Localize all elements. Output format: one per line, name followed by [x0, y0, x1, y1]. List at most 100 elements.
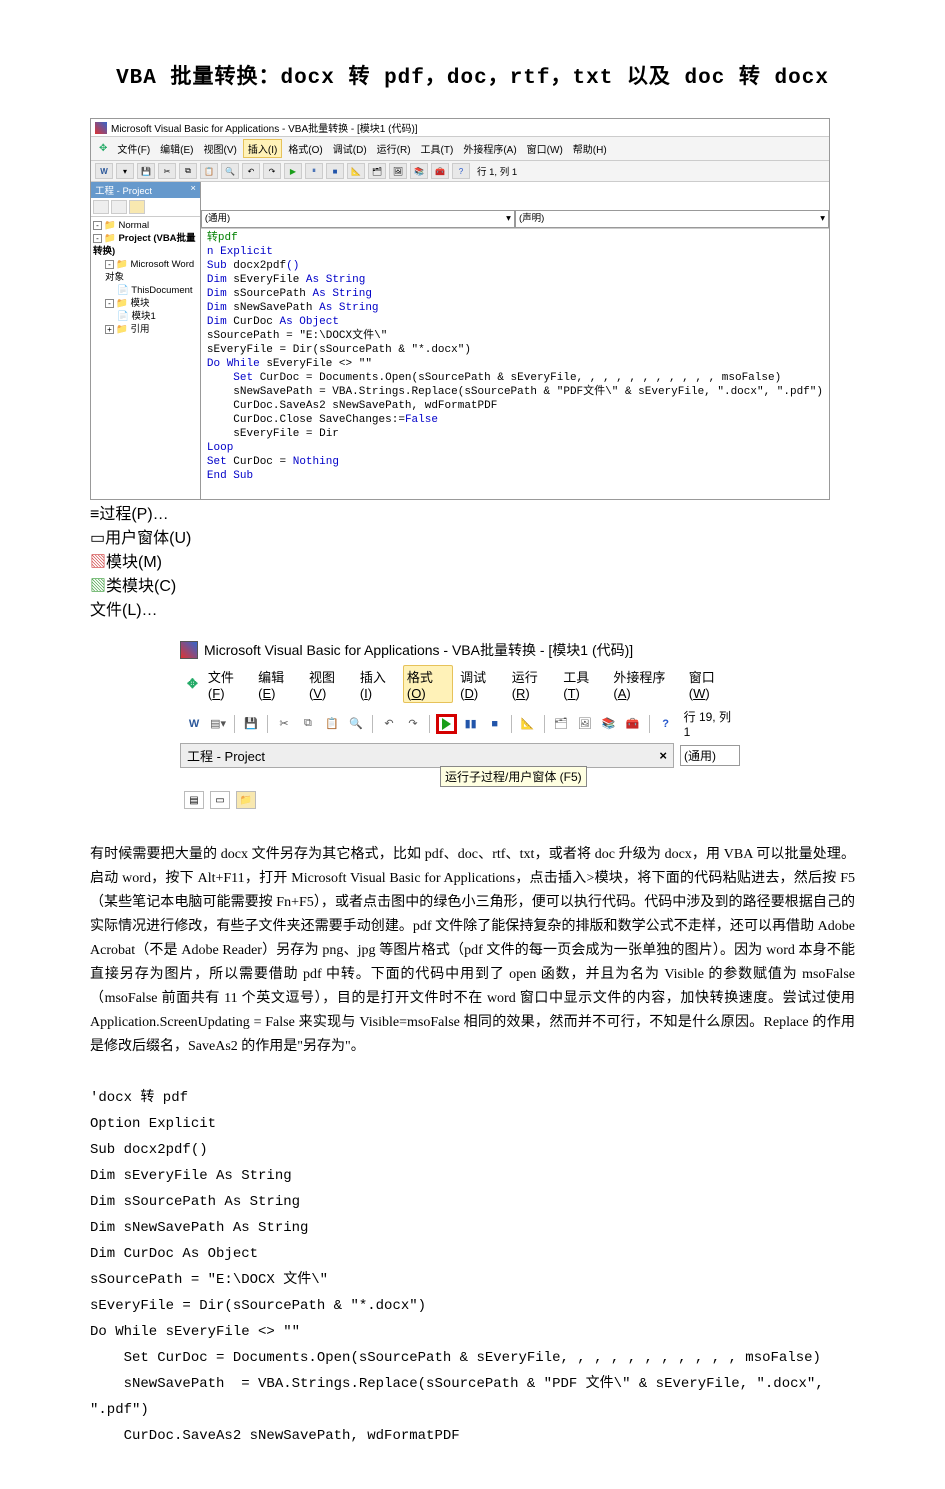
tool-paste-icon[interactable]: 📋: [322, 714, 342, 734]
cursor-position-2: 行 19, 列 1: [684, 708, 736, 739]
tool-run-icon[interactable]: ▶: [284, 163, 302, 179]
tool-toolbox-icon[interactable]: 🧰: [623, 714, 643, 734]
tool-break-icon[interactable]: ▮▮: [461, 714, 481, 734]
tool-break-icon[interactable]: ⏸: [305, 163, 323, 179]
project-explorer-header: 工程 - Project ×: [91, 182, 200, 198]
menu-insert[interactable]: 插入(I): [243, 139, 282, 158]
code-editor[interactable]: (通用)▾ (声明)▾ 转pdf n Explicit Sub docx2pdf…: [201, 182, 829, 499]
menu-file[interactable]: 文件(F): [205, 665, 251, 703]
tool-insert-dropdown[interactable]: ▤▾: [208, 714, 228, 734]
view-code-icon[interactable]: ▤: [184, 791, 204, 809]
screenshot-vba-ide: Microsoft Visual Basic for Applications …: [90, 118, 855, 620]
tool-word-icon[interactable]: W: [95, 163, 113, 179]
window-title-text-2: Microsoft Visual Basic for Applications …: [204, 640, 633, 660]
tool-undo-icon[interactable]: ↶: [379, 714, 399, 734]
tool-copy-icon[interactable]: ⧉: [179, 163, 197, 179]
tool-properties-icon[interactable]: 🖼: [389, 163, 407, 179]
menu-window[interactable]: 窗口(W): [686, 665, 736, 703]
menu-debug[interactable]: 调试(D): [329, 139, 371, 158]
tree-references[interactable]: 引用: [130, 324, 149, 335]
window-titlebar-2: Microsoft Visual Basic for Applications …: [180, 638, 740, 662]
menu-run[interactable]: 运行(R): [373, 139, 415, 158]
tool-redo-icon[interactable]: ↷: [263, 163, 281, 179]
menu-window[interactable]: 窗口(W): [523, 139, 567, 158]
procedure-dropdown[interactable]: (声明)▾: [515, 210, 829, 228]
popup-userform[interactable]: ▭用户窗体(U): [90, 524, 855, 548]
menu-file[interactable]: 文件(F): [113, 139, 154, 158]
toggle-folders-icon[interactable]: [129, 200, 145, 214]
object-dropdown[interactable]: (通用)▾: [201, 210, 515, 228]
view-object-icon[interactable]: [111, 200, 127, 214]
object-dropdown-2[interactable]: (通用): [680, 745, 740, 766]
menu-view[interactable]: 视图(V): [200, 139, 241, 158]
menu-addins[interactable]: 外接程序(A): [459, 139, 520, 158]
project-tree[interactable]: -📁 Normal -📁 Project (VBA批量转换) -📁 Micros…: [91, 217, 200, 338]
menu-run[interactable]: 运行(R): [509, 665, 557, 703]
object-dropdown-label: (通用): [684, 747, 716, 764]
tree-project[interactable]: Project (VBA批量转换): [93, 233, 196, 257]
tree-normal[interactable]: Normal: [118, 220, 149, 231]
tree-word-objects[interactable]: Microsoft Word 对象: [105, 259, 194, 283]
run-tooltip: 运行子过程/用户窗体 (F5): [440, 766, 587, 787]
tool-undo-icon[interactable]: ↶: [242, 163, 260, 179]
tool-word-icon[interactable]: W: [184, 714, 204, 734]
tool-run-icon[interactable]: [436, 714, 457, 734]
vba-app-icon: [95, 122, 107, 134]
popup-module[interactable]: ▧模块(M): [90, 548, 855, 572]
tool-insert-dropdown[interactable]: ▾: [116, 163, 134, 179]
menu-view[interactable]: 视图(V): [306, 665, 353, 703]
tool-project-icon[interactable]: 🗂: [551, 714, 571, 734]
tool-design-icon[interactable]: 📐: [347, 163, 365, 179]
project-explorer-title-2: 工程 - Project: [187, 746, 265, 765]
tool-reset-icon[interactable]: ■: [326, 163, 344, 179]
tree-modules[interactable]: 模块: [130, 298, 149, 309]
article-body: 有时候需要把大量的 docx 文件另存为其它格式，比如 pdf、doc、rtf、…: [90, 843, 855, 1059]
menu-edit[interactable]: 编辑(E): [255, 665, 302, 703]
menu-format[interactable]: 格式(O): [284, 139, 326, 158]
tool-design-icon[interactable]: 📐: [518, 714, 538, 734]
tool-project-icon[interactable]: 🗂: [368, 163, 386, 179]
vba-app-icon: [180, 641, 198, 659]
tool-help-icon[interactable]: ?: [656, 714, 676, 734]
tool-properties-icon[interactable]: 🖼: [575, 714, 595, 734]
tool-cut-icon[interactable]: ✂: [158, 163, 176, 179]
tool-objbrowser-icon[interactable]: 📚: [599, 714, 619, 734]
tool-find-icon[interactable]: 🔍: [346, 714, 366, 734]
menu-format[interactable]: 格式(O): [403, 665, 453, 703]
menu-insert[interactable]: 插入(I): [357, 665, 399, 703]
tree-module1[interactable]: 模块1: [131, 311, 155, 322]
close-icon[interactable]: ×: [190, 183, 196, 197]
menu-tools[interactable]: 工具(T): [417, 139, 458, 158]
menu-help[interactable]: 帮助(H): [569, 139, 611, 158]
tool-copy-icon[interactable]: ⧉: [298, 714, 318, 734]
view-object-icon[interactable]: ▭: [210, 791, 230, 809]
tool-find-icon[interactable]: 🔍: [221, 163, 239, 179]
tool-save-icon[interactable]: 💾: [241, 714, 261, 734]
popup-procedure[interactable]: ≡过程(P)…: [90, 500, 855, 524]
menu-edit[interactable]: 编辑(E): [156, 139, 197, 158]
tool-help-icon[interactable]: ?: [452, 163, 470, 179]
toggle-folders-icon[interactable]: 📁: [236, 791, 256, 809]
tool-objbrowser-icon[interactable]: 📚: [410, 163, 428, 179]
menu-addins[interactable]: 外接程序(A): [610, 665, 681, 703]
menu-tools[interactable]: 工具(T): [560, 665, 606, 703]
screenshot-run-button: Microsoft Visual Basic for Applications …: [180, 638, 740, 809]
tool-toolbox-icon[interactable]: 🧰: [431, 163, 449, 179]
project-explorer-header-2: 工程 - Project ×: [180, 743, 674, 768]
tool-save-icon[interactable]: 💾: [137, 163, 155, 179]
view-code-icon[interactable]: [93, 200, 109, 214]
close-icon[interactable]: ×: [659, 748, 667, 763]
menu-debug[interactable]: 调试(D): [457, 665, 505, 703]
tree-thisdocument[interactable]: ThisDocument: [131, 285, 192, 296]
tooltip-row: 运行子过程/用户窗体 (F5): [440, 766, 740, 787]
tool-reset-icon[interactable]: ■: [485, 714, 505, 734]
popup-file[interactable]: 文件(L)…: [90, 596, 855, 620]
code-listing: 'docx 转 pdf Option Explicit Sub docx2pdf…: [90, 1085, 855, 1449]
tool-paste-icon[interactable]: 📋: [200, 163, 218, 179]
tool-cut-icon[interactable]: ✂: [274, 714, 294, 734]
project-explorer-toolbar: [91, 198, 200, 217]
popup-classmodule[interactable]: ▧类模块(C): [90, 572, 855, 596]
tool-redo-icon[interactable]: ↷: [403, 714, 423, 734]
project-explorer-toolbar-2: ▤ ▭ 📁: [180, 787, 740, 809]
code-line: 转pdf: [207, 232, 238, 244]
